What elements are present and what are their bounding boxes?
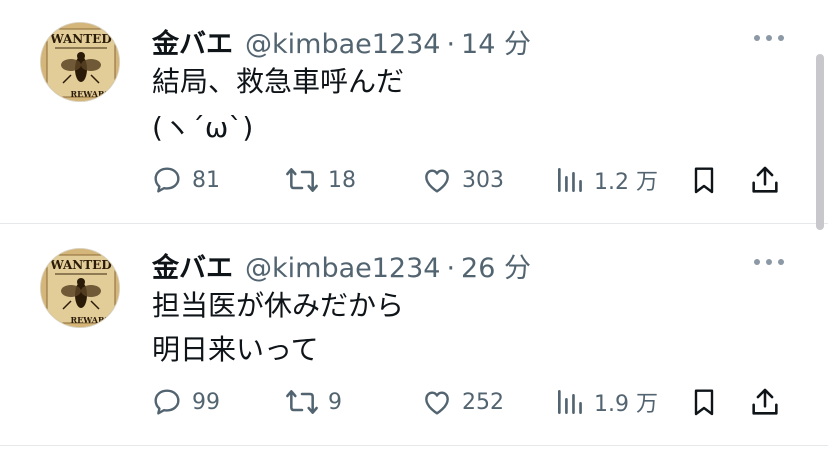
heart-icon	[425, 391, 449, 415]
tweet-actions: 99 9 252 1.9 万	[150, 382, 790, 422]
retweet-icon	[286, 168, 318, 192]
like-count: 303	[462, 167, 504, 193]
like-button[interactable]: 303	[420, 160, 504, 200]
share-icon	[752, 388, 778, 415]
views-count: 1.2 万	[594, 170, 658, 195]
reply-button[interactable]: 99	[150, 382, 220, 422]
tweet-1[interactable]: WANTED REWARD 金バエ @kimbae1234 · 14 分 結局、…	[0, 0, 828, 224]
avatar-reward-text: REWARD	[70, 315, 111, 325]
views-icon	[558, 390, 582, 414]
separator-dot: ·	[446, 253, 456, 284]
share-button[interactable]	[748, 382, 782, 422]
views-icon	[558, 168, 582, 192]
views-button[interactable]: 1.9 万	[554, 382, 658, 422]
avatar[interactable]: WANTED REWARD	[40, 22, 120, 102]
reply-icon	[154, 167, 180, 193]
tweet-text-line-2: 明日来いって	[152, 333, 319, 366]
user-handle[interactable]: @kimbae1234	[245, 29, 440, 60]
separator-dot: ·	[446, 29, 456, 60]
bookmark-icon	[694, 389, 714, 416]
retweet-count: 18	[328, 167, 356, 193]
share-icon	[752, 166, 778, 193]
bookmark-icon	[694, 167, 714, 194]
retweet-button[interactable]: 18	[284, 160, 356, 200]
tweet-text-line-1: 結局、救急車呼んだ	[152, 65, 405, 98]
views-button[interactable]: 1.2 万	[554, 160, 658, 200]
share-button[interactable]	[748, 160, 782, 200]
scrollbar[interactable]	[816, 54, 824, 230]
avatar-wanted-text: WANTED	[49, 258, 111, 272]
more-icon[interactable]	[754, 30, 784, 46]
timestamp[interactable]: 26 分	[461, 246, 531, 285]
tweet-text-line-2: (ヽ´ω`)	[152, 111, 254, 144]
timestamp[interactable]: 14 分	[461, 22, 531, 61]
views-count: 1.9 万	[594, 392, 658, 417]
bookmark-button[interactable]	[688, 382, 720, 422]
tweet-actions: 81 18 303 1.2 万	[150, 160, 790, 200]
user-handle[interactable]: @kimbae1234	[245, 253, 440, 284]
avatar[interactable]: WANTED REWARD	[40, 248, 120, 328]
bookmark-button[interactable]	[688, 160, 720, 200]
avatar-reward-text: REWARD	[70, 89, 111, 99]
retweet-button[interactable]: 9	[284, 382, 342, 422]
display-name[interactable]: 金バエ	[152, 246, 233, 285]
tweet-header: 金バエ @kimbae1234 · 26 分	[152, 246, 531, 285]
heart-icon	[425, 169, 449, 193]
tweet-header: 金バエ @kimbae1234 · 14 分	[152, 22, 531, 61]
more-icon[interactable]	[754, 254, 784, 270]
retweet-icon	[286, 390, 318, 414]
avatar-wanted-text: WANTED	[49, 32, 111, 46]
display-name[interactable]: 金バエ	[152, 22, 233, 61]
like-button[interactable]: 252	[420, 382, 504, 422]
reply-count: 99	[192, 389, 220, 415]
like-count: 252	[462, 389, 504, 415]
reply-count: 81	[192, 167, 220, 193]
tweet-2[interactable]: WANTED REWARD 金バエ @kimbae1234 · 26 分 担当医…	[0, 224, 828, 446]
tweet-text-line-1: 担当医が休みだから	[152, 289, 405, 322]
retweet-count: 9	[328, 389, 342, 415]
reply-button[interactable]: 81	[150, 160, 220, 200]
reply-icon	[154, 389, 180, 415]
